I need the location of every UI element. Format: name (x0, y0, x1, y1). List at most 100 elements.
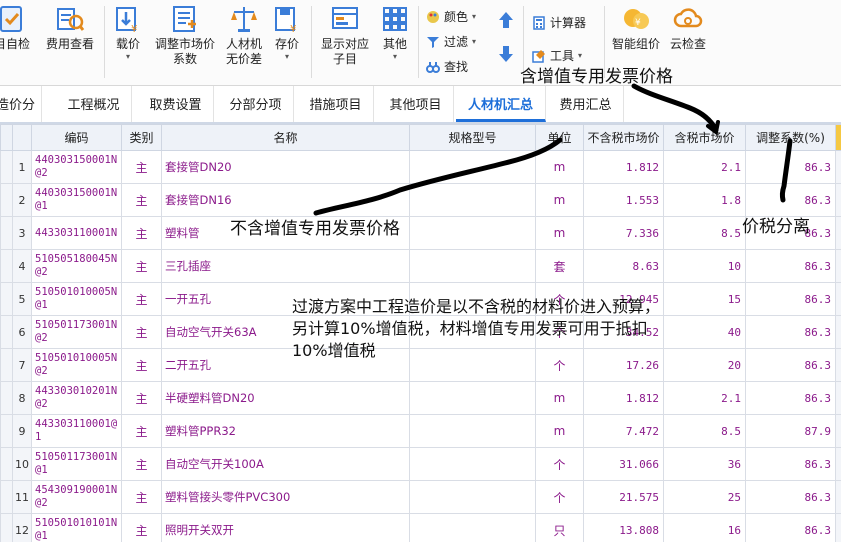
cell-price-incl-tax[interactable]: 1.8 (663, 183, 746, 217)
filter-menu[interactable]: 过滤 ▾ (426, 33, 476, 50)
cell-adjust-factor[interactable]: 86.3 (745, 480, 836, 514)
color-menu[interactable]: 颜色 ▾ (426, 8, 476, 25)
find-button[interactable]: 查找 (426, 58, 468, 75)
cell-price-excl-tax[interactable]: 13.808 (583, 513, 664, 542)
cell-code[interactable]: 443303110001@1 (31, 414, 122, 448)
cell-type[interactable]: 主 (121, 513, 162, 542)
cell-name[interactable]: 套接管DN16 (161, 183, 410, 217)
cell-spec[interactable] (409, 480, 536, 514)
cell-unit[interactable]: m (535, 414, 584, 448)
cell-price-incl-tax[interactable]: 2.1 (663, 150, 746, 184)
smart-price-button[interactable]: ¥ 智能组价 (608, 4, 664, 52)
table-row[interactable]: 2 440303150001N@1 主套接管DN16 m 1.553 1.8 86.3 (0, 183, 841, 217)
cell-code[interactable]: 443303010201N@2 (31, 381, 122, 415)
cell-name[interactable]: 半硬塑料管DN20 (161, 381, 410, 415)
tab-sub-items[interactable]: 分部分项 (218, 86, 294, 122)
cell-name[interactable]: 塑料管PPR32 (161, 414, 410, 448)
cell-name[interactable]: 套接管DN20 (161, 150, 410, 184)
cell-price-excl-tax[interactable]: 8.63 (583, 249, 664, 283)
adjust-market-price-button[interactable]: 调整市场价 系数 (150, 4, 220, 67)
header-code[interactable]: 编码 (31, 124, 122, 151)
cell-spec[interactable] (409, 513, 536, 542)
cell-unit[interactable]: m (535, 183, 584, 217)
tab-cost-analysis[interactable]: 造价分析 (0, 86, 42, 153)
cell-spec[interactable] (409, 249, 536, 283)
cell-type[interactable]: 主 (121, 447, 162, 481)
self-check-button[interactable]: 目自检 (0, 4, 38, 52)
cell-price-incl-tax[interactable]: 16 (663, 513, 746, 542)
cell-price-excl-tax[interactable]: 7.336 (583, 216, 664, 250)
cell-code[interactable]: 510501010005N@1 (31, 282, 122, 316)
header-price-incl-tax[interactable]: 含税市场价 (663, 124, 746, 151)
cost-view-button[interactable]: 费用查看 (42, 4, 98, 52)
cloud-check-button[interactable]: 云检查 (664, 4, 712, 52)
cell-code[interactable]: 510501173001N@2 (31, 315, 122, 349)
cell-unit[interactable]: m (535, 150, 584, 184)
cell-price-excl-tax[interactable]: 7.472 (583, 414, 664, 448)
cell-adjust-factor[interactable]: 86.3 (745, 447, 836, 481)
show-sub-item-button[interactable]: 显示对应 子目 (316, 4, 374, 67)
cell-type[interactable]: 主 (121, 183, 162, 217)
cell-price-excl-tax[interactable]: 1.553 (583, 183, 664, 217)
move-up-button[interactable] (494, 10, 518, 33)
cell-code[interactable]: 443303110001N (31, 216, 122, 250)
cell-code[interactable]: 510501010005N@2 (31, 348, 122, 382)
cell-type[interactable]: 主 (121, 348, 162, 382)
header-adjust-factor[interactable]: 调整系数(%) (745, 124, 836, 151)
cell-price-excl-tax[interactable]: 31.066 (583, 447, 664, 481)
table-row[interactable]: 3 443303110001N 主塑料管 m 7.336 8.5 86.3 (0, 216, 841, 250)
cell-unit[interactable]: 个 (535, 447, 584, 481)
cell-code[interactable]: 510501173001N@1 (31, 447, 122, 481)
cell-spec[interactable] (409, 216, 536, 250)
cell-type[interactable]: 主 (121, 216, 162, 250)
header-spec[interactable]: 规格型号 (409, 124, 536, 151)
cell-spec[interactable] (409, 381, 536, 415)
table-row[interactable]: 11 454309190001N@2 主塑料管接头零件PVC300 个 21.575 25… (0, 480, 841, 514)
table-row[interactable]: 9 443303110001@1 主塑料管PPR32 m 7.472 8.5 87.9 (0, 414, 841, 448)
cell-spec[interactable] (409, 414, 536, 448)
cell-price-incl-tax[interactable]: 36 (663, 447, 746, 481)
cell-name[interactable]: 塑料管接头零件PVC300 (161, 480, 410, 514)
tab-material-summary[interactable]: 人材机汇总 (456, 86, 546, 122)
table-row[interactable]: 4 510505180045N@2 主三孔插座 套 8.63 10 86.3 (0, 249, 841, 283)
tab-measures[interactable]: 措施项目 (298, 86, 374, 122)
cell-type[interactable]: 主 (121, 315, 162, 349)
cell-type[interactable]: 主 (121, 480, 162, 514)
cell-price-incl-tax[interactable]: 8.5 (663, 414, 746, 448)
cell-type[interactable]: 主 (121, 414, 162, 448)
header-type[interactable]: 类别 (121, 124, 162, 151)
cell-unit[interactable]: 只 (535, 513, 584, 542)
cell-code[interactable]: 440303150001N@2 (31, 150, 122, 184)
cell-name[interactable]: 照明开关双开 (161, 513, 410, 542)
cell-adjust-factor[interactable]: 86.3 (745, 150, 836, 184)
header-unit[interactable]: 单位 (535, 124, 584, 151)
cell-adjust-factor[interactable]: 86.3 (745, 381, 836, 415)
cell-price-excl-tax[interactable]: 21.575 (583, 480, 664, 514)
cell-code[interactable]: 510501010101N@1 (31, 513, 122, 542)
cell-unit[interactable]: m (535, 216, 584, 250)
cell-type[interactable]: 主 (121, 249, 162, 283)
cell-code[interactable]: 440303150001N@1 (31, 183, 122, 217)
cell-adjust-factor[interactable]: 86.3 (745, 513, 836, 542)
header-name[interactable]: 名称 (161, 124, 410, 151)
move-down-button[interactable] (494, 44, 518, 67)
cell-price-incl-tax[interactable]: 2.1 (663, 381, 746, 415)
cell-type[interactable]: 主 (121, 381, 162, 415)
cell-type[interactable]: 主 (121, 282, 162, 316)
cell-unit[interactable]: 套 (535, 249, 584, 283)
cell-type[interactable]: 主 (121, 150, 162, 184)
no-price-diff-button[interactable]: 人材机 无价差 (222, 4, 266, 67)
cell-name[interactable]: 三孔插座 (161, 249, 410, 283)
tab-fee-summary[interactable]: 费用汇总 (548, 86, 624, 122)
tab-fee-settings[interactable]: 取费设置 (138, 86, 214, 122)
table-row[interactable]: 8 443303010201N@2 主半硬塑料管DN20 m 1.812 2.1 86.3 (0, 381, 841, 415)
tab-project-overview[interactable]: 工程概况 (56, 86, 132, 122)
calculator-button[interactable]: 计算器 (532, 14, 586, 31)
cell-adjust-factor[interactable]: 86.3 (745, 249, 836, 283)
cell-name[interactable]: 自动空气开关100A (161, 447, 410, 481)
cell-code[interactable]: 510505180045N@2 (31, 249, 122, 283)
table-row[interactable]: 10 510501173001N@1 主自动空气开关100A 个 31.066 36 86.… (0, 447, 841, 481)
save-price-button[interactable]: ¥ 存价 ▾ (268, 4, 306, 62)
load-price-button[interactable]: ¥ 载价 ▾ (108, 4, 148, 62)
cell-price-incl-tax[interactable]: 25 (663, 480, 746, 514)
